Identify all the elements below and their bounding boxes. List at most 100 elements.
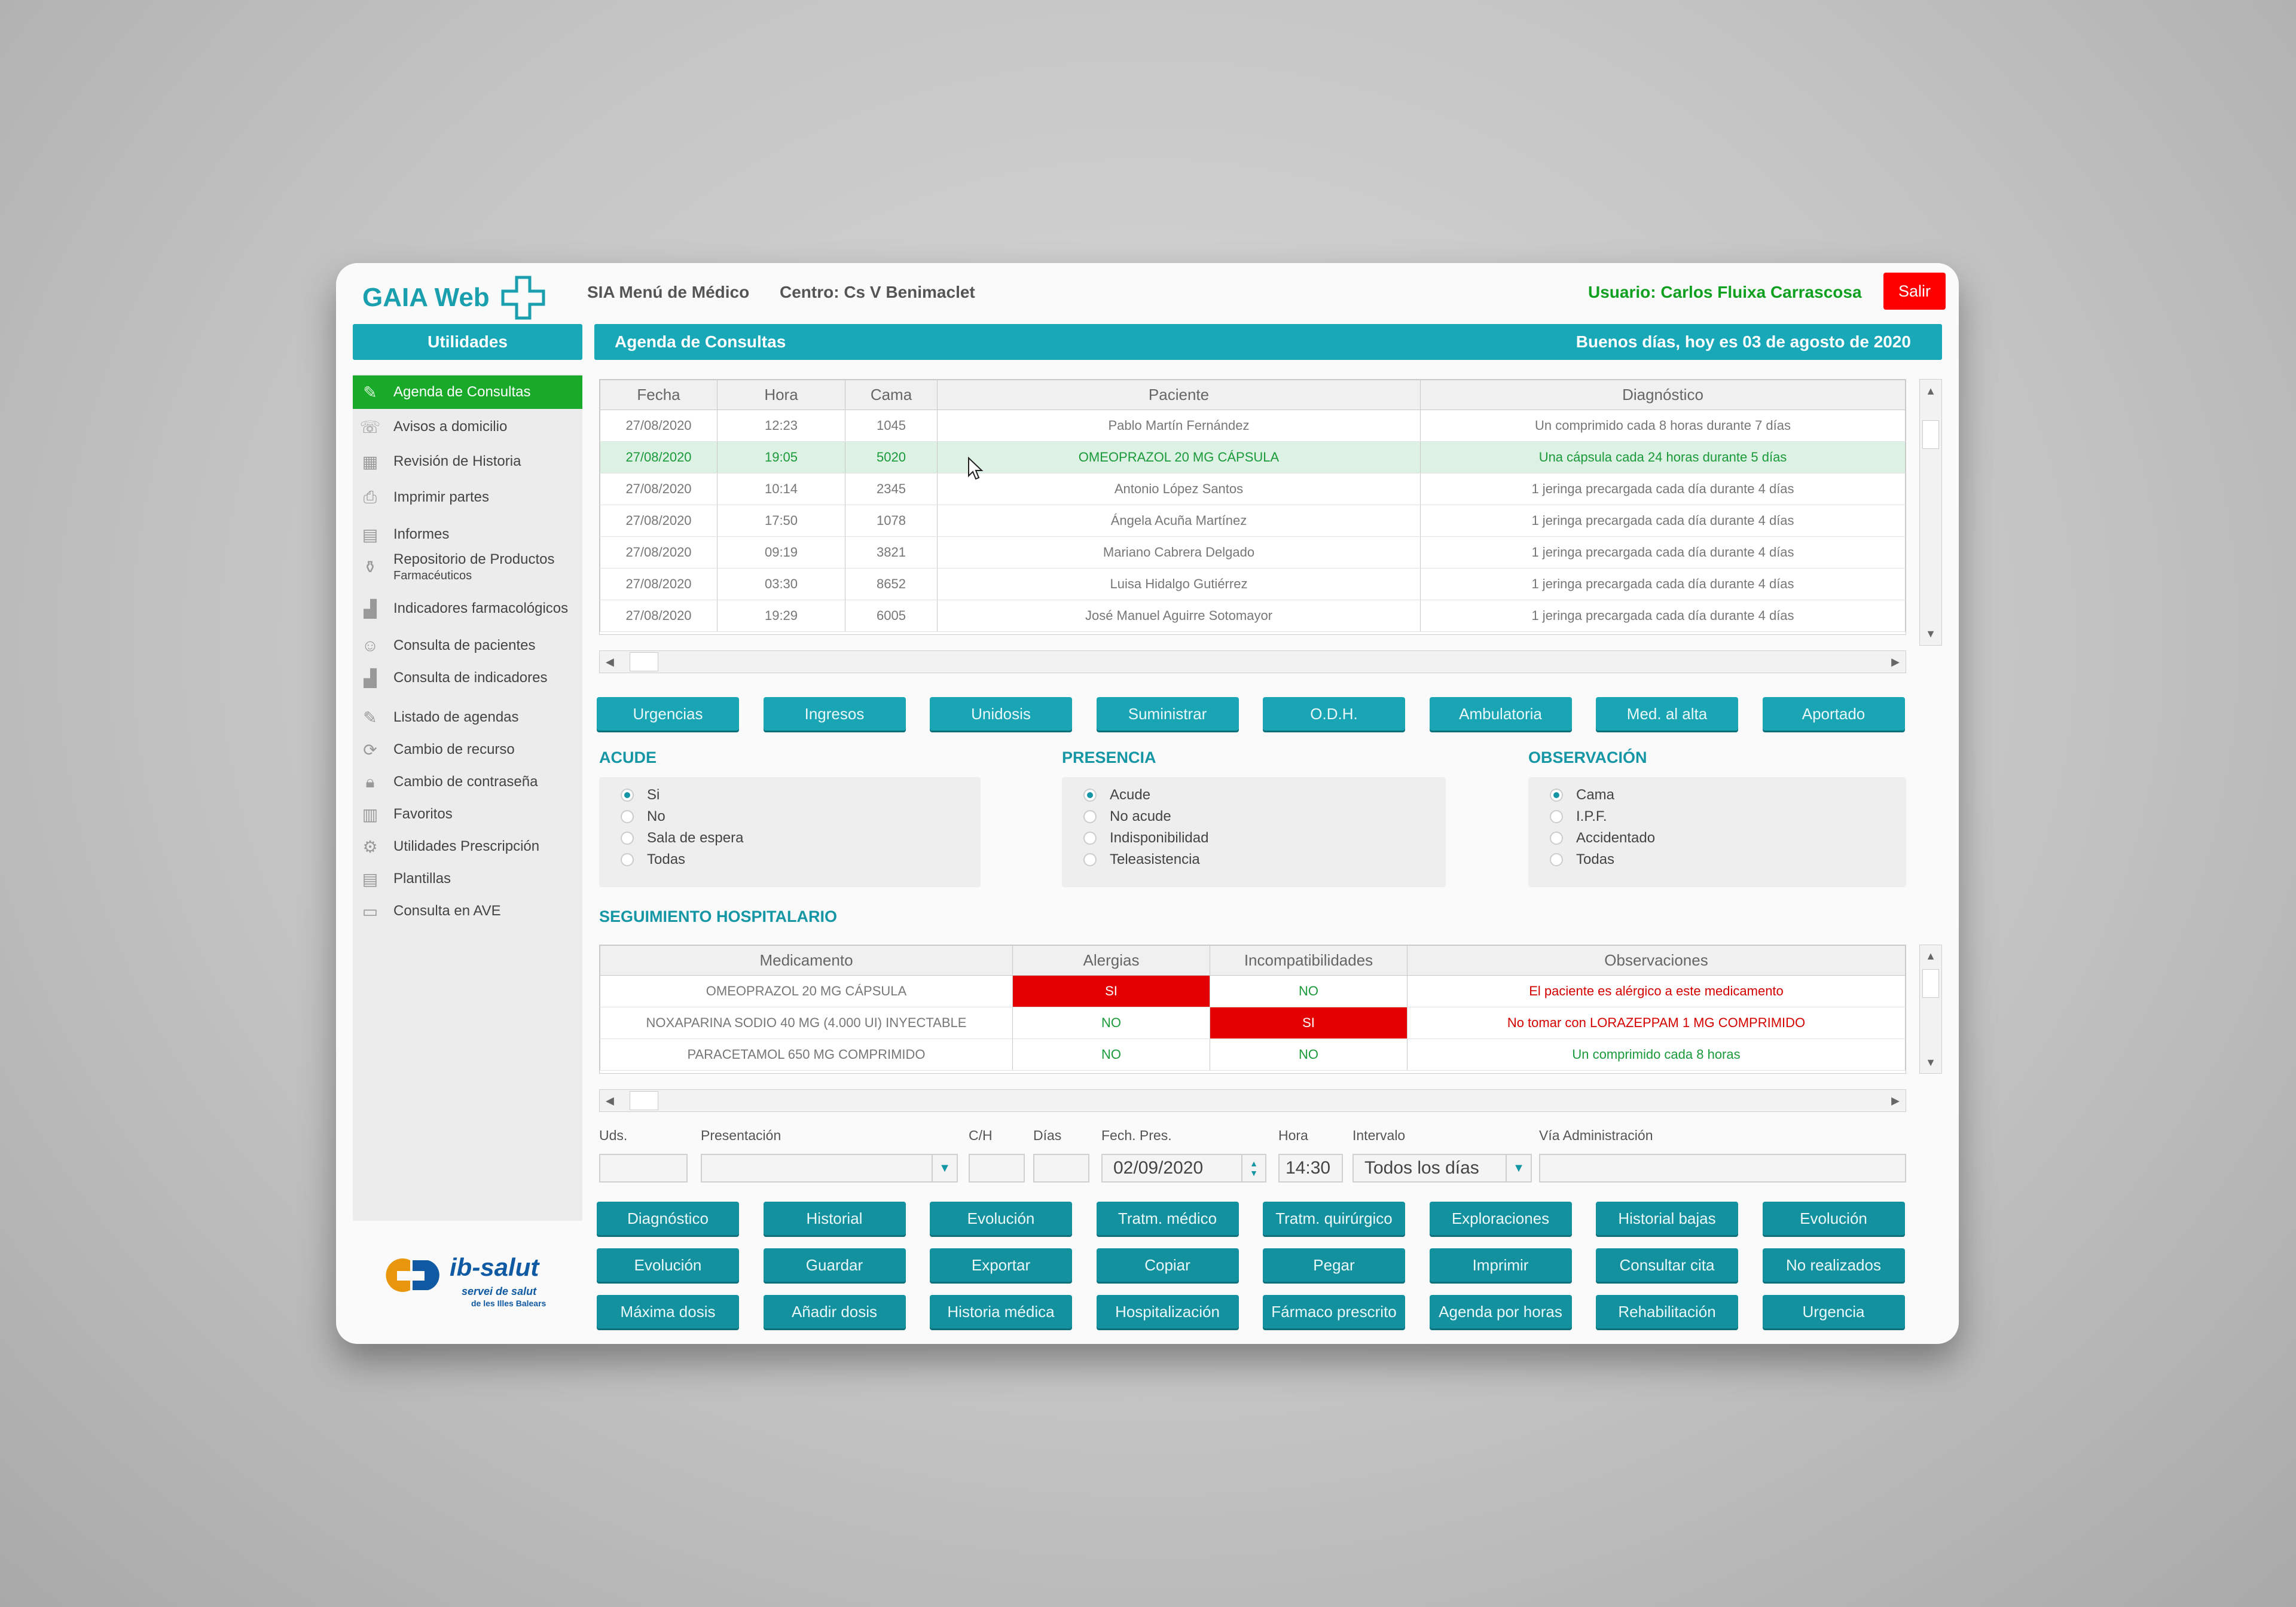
observacion-option-2[interactable]: Accidentado	[1550, 830, 1655, 847]
radio-button[interactable]	[1083, 789, 1097, 802]
acude-option-1[interactable]: No	[621, 808, 665, 825]
filter-button-3[interactable]: Suministrar	[1096, 697, 1239, 731]
action-button-1-1[interactable]: Guardar	[763, 1248, 906, 1282]
sidebar-item-12[interactable]: ▥ Favoritos	[353, 796, 582, 832]
ch-field[interactable]	[969, 1154, 1025, 1183]
agenda-col-header[interactable]: Diagnóstico	[1420, 380, 1906, 410]
radio-button[interactable]	[1083, 810, 1097, 823]
sidebar-item-14[interactable]: ▤ Plantillas	[353, 861, 582, 897]
sidebar-item-6[interactable]: ▟ Indicadores farmacológicos	[353, 591, 582, 627]
presencia-option-0[interactable]: Acude	[1083, 787, 1150, 804]
seg-hscroll[interactable]: ◀ ▶	[599, 1089, 1906, 1112]
scroll-up-icon[interactable]: ▲	[1920, 945, 1941, 967]
sidebar-item-10[interactable]: ⟳ Cambio de recurso	[353, 732, 582, 768]
chevron-down-icon[interactable]: ▼	[1506, 1155, 1531, 1181]
dias-field[interactable]	[1033, 1154, 1089, 1183]
sidebar-item-7[interactable]: ☺ Consulta de pacientes	[353, 628, 582, 664]
table-row[interactable]: NOXAPARINA SODIO 40 MG (4.000 UI) INYECT…	[600, 1007, 1906, 1039]
sidebar-item-1[interactable]: ☏ Avisos a domicilio	[353, 409, 582, 445]
filter-button-2[interactable]: Unidosis	[930, 697, 1072, 731]
observacion-option-1[interactable]: I.P.F.	[1550, 808, 1607, 825]
scroll-right-icon[interactable]: ▶	[1891, 656, 1900, 668]
table-row[interactable]: 27/08/2020 17:50 1078 Ángela Acuña Martínez…	[600, 505, 1906, 537]
presentacion-select[interactable]: ▼	[701, 1154, 958, 1183]
acude-option-3[interactable]: Todas	[621, 851, 685, 868]
sidebar-item-4[interactable]: ▤ Informes	[353, 517, 582, 552]
action-button-0-2[interactable]: Evolución	[930, 1202, 1072, 1235]
agenda-col-header[interactable]: Fecha	[600, 380, 718, 410]
seg-col-header[interactable]: Incompatibilidades	[1210, 945, 1407, 976]
radio-button[interactable]	[621, 789, 634, 802]
radio-button[interactable]	[1550, 853, 1563, 866]
sidebar-item-9[interactable]: ✎ Listado de agendas	[353, 699, 582, 735]
table-row[interactable]: 27/08/2020 09:19 3821 Mariano Cabrera Delga…	[600, 536, 1906, 569]
observacion-option-0[interactable]: Cama	[1550, 787, 1614, 804]
action-button-2-0[interactable]: Máxima dosis	[597, 1295, 739, 1328]
radio-button[interactable]	[621, 832, 634, 845]
chevron-down-icon[interactable]: ▼	[932, 1155, 957, 1181]
sidebar-item-13[interactable]: ⚙ Utilidades Prescripción	[353, 829, 582, 864]
radio-button[interactable]	[1550, 810, 1563, 823]
radio-button[interactable]	[1083, 853, 1097, 866]
sidebar-item-2[interactable]: ▦ Revisión de Historia	[353, 444, 582, 479]
scroll-left-icon[interactable]: ◀	[606, 1095, 614, 1107]
seg-col-header[interactable]: Observaciones	[1407, 945, 1906, 976]
radio-button[interactable]	[1550, 832, 1563, 845]
scroll-down-icon[interactable]: ▼	[1920, 1052, 1941, 1073]
action-button-1-5[interactable]: Imprimir	[1429, 1248, 1572, 1282]
action-button-0-1[interactable]: Historial	[763, 1202, 906, 1235]
table-row[interactable]: 27/08/2020 03:30 8652 Luisa Hidalgo Gutiérr…	[600, 568, 1906, 600]
stepper-icon[interactable]: ▲ ▼	[1241, 1155, 1265, 1181]
filter-button-5[interactable]: Ambulatoria	[1429, 697, 1572, 731]
radio-button[interactable]	[1083, 832, 1097, 845]
table-row[interactable]: 27/08/2020 10:14 2345 Antonio López Santos 1…	[600, 473, 1906, 505]
action-button-1-6[interactable]: Consultar cita	[1596, 1248, 1738, 1282]
sidebar-item-15[interactable]: ▭ Consulta en AVE	[353, 893, 582, 929]
action-button-0-0[interactable]: Diagnóstico	[597, 1202, 739, 1235]
action-button-2-2[interactable]: Historia médica	[930, 1295, 1072, 1328]
agenda-col-header[interactable]: Paciente	[937, 380, 1421, 410]
action-button-2-5[interactable]: Agenda por horas	[1429, 1295, 1572, 1328]
seg-col-header[interactable]: Alergias	[1012, 945, 1210, 976]
action-button-0-3[interactable]: Tratm. médico	[1096, 1202, 1239, 1235]
acude-option-0[interactable]: Si	[621, 787, 660, 804]
uds-field[interactable]	[599, 1154, 688, 1183]
seg-col-header[interactable]: Medicamento	[600, 945, 1013, 976]
sidebar-item-0[interactable]: ✎ Agenda de Consultas	[353, 375, 582, 409]
via-field[interactable]	[1539, 1154, 1906, 1183]
action-button-0-7[interactable]: Evolución	[1762, 1202, 1905, 1235]
agenda-col-header[interactable]: Cama	[845, 380, 938, 410]
salir-button[interactable]: Salir	[1883, 273, 1946, 310]
intervalo-select[interactable]: Todos los días ▼	[1352, 1154, 1532, 1183]
scroll-up-icon[interactable]: ▲	[1920, 380, 1941, 402]
presencia-option-3[interactable]: Teleasistencia	[1083, 851, 1200, 868]
filter-button-4[interactable]: O.D.H.	[1263, 697, 1405, 731]
action-button-0-6[interactable]: Historial bajas	[1596, 1202, 1738, 1235]
hora-field[interactable]: 14:30	[1278, 1154, 1343, 1183]
filter-button-6[interactable]: Med. al alta	[1596, 697, 1738, 731]
scroll-thumb[interactable]	[1922, 969, 1939, 998]
action-button-2-4[interactable]: Fármaco prescrito	[1263, 1295, 1405, 1328]
scroll-right-icon[interactable]: ▶	[1891, 1095, 1900, 1107]
action-button-2-1[interactable]: Añadir dosis	[763, 1295, 906, 1328]
scroll-hthumb[interactable]	[630, 1091, 658, 1110]
acude-option-2[interactable]: Sala de espera	[621, 830, 743, 847]
agenda-col-header[interactable]: Hora	[717, 380, 845, 410]
action-button-2-6[interactable]: Rehabilitación	[1596, 1295, 1738, 1328]
agenda-vscroll[interactable]: ▲ ▼	[1919, 379, 1942, 646]
agenda-hscroll[interactable]: ◀ ▶	[599, 650, 1906, 673]
sidebar-item-11[interactable]: 🔒︎ Cambio de contraseña	[353, 764, 582, 800]
table-row[interactable]: 27/08/2020 19:05 5020 OMEOPRAZOL 20 MG CÁPS…	[600, 441, 1906, 473]
action-button-2-3[interactable]: Hospitalización	[1096, 1295, 1239, 1328]
presencia-option-2[interactable]: Indisponibilidad	[1083, 830, 1208, 847]
scroll-thumb[interactable]	[1922, 420, 1939, 449]
radio-button[interactable]	[1550, 789, 1563, 802]
observacion-option-3[interactable]: Todas	[1550, 851, 1614, 868]
action-button-0-4[interactable]: Tratm. quirúrgico	[1263, 1202, 1405, 1235]
sidebar-item-3[interactable]: ⎙ Imprimir partes	[353, 479, 582, 515]
action-button-1-0[interactable]: Evolución	[597, 1248, 739, 1282]
action-button-2-7[interactable]: Urgencia	[1762, 1295, 1905, 1328]
table-row[interactable]: PARACETAMOL 650 MG COMPRIMIDO NO NO Un comp…	[600, 1038, 1906, 1071]
action-button-0-5[interactable]: Exploraciones	[1429, 1202, 1572, 1235]
sidebar-item-8[interactable]: ▟ Consulta de indicadores	[353, 660, 582, 696]
